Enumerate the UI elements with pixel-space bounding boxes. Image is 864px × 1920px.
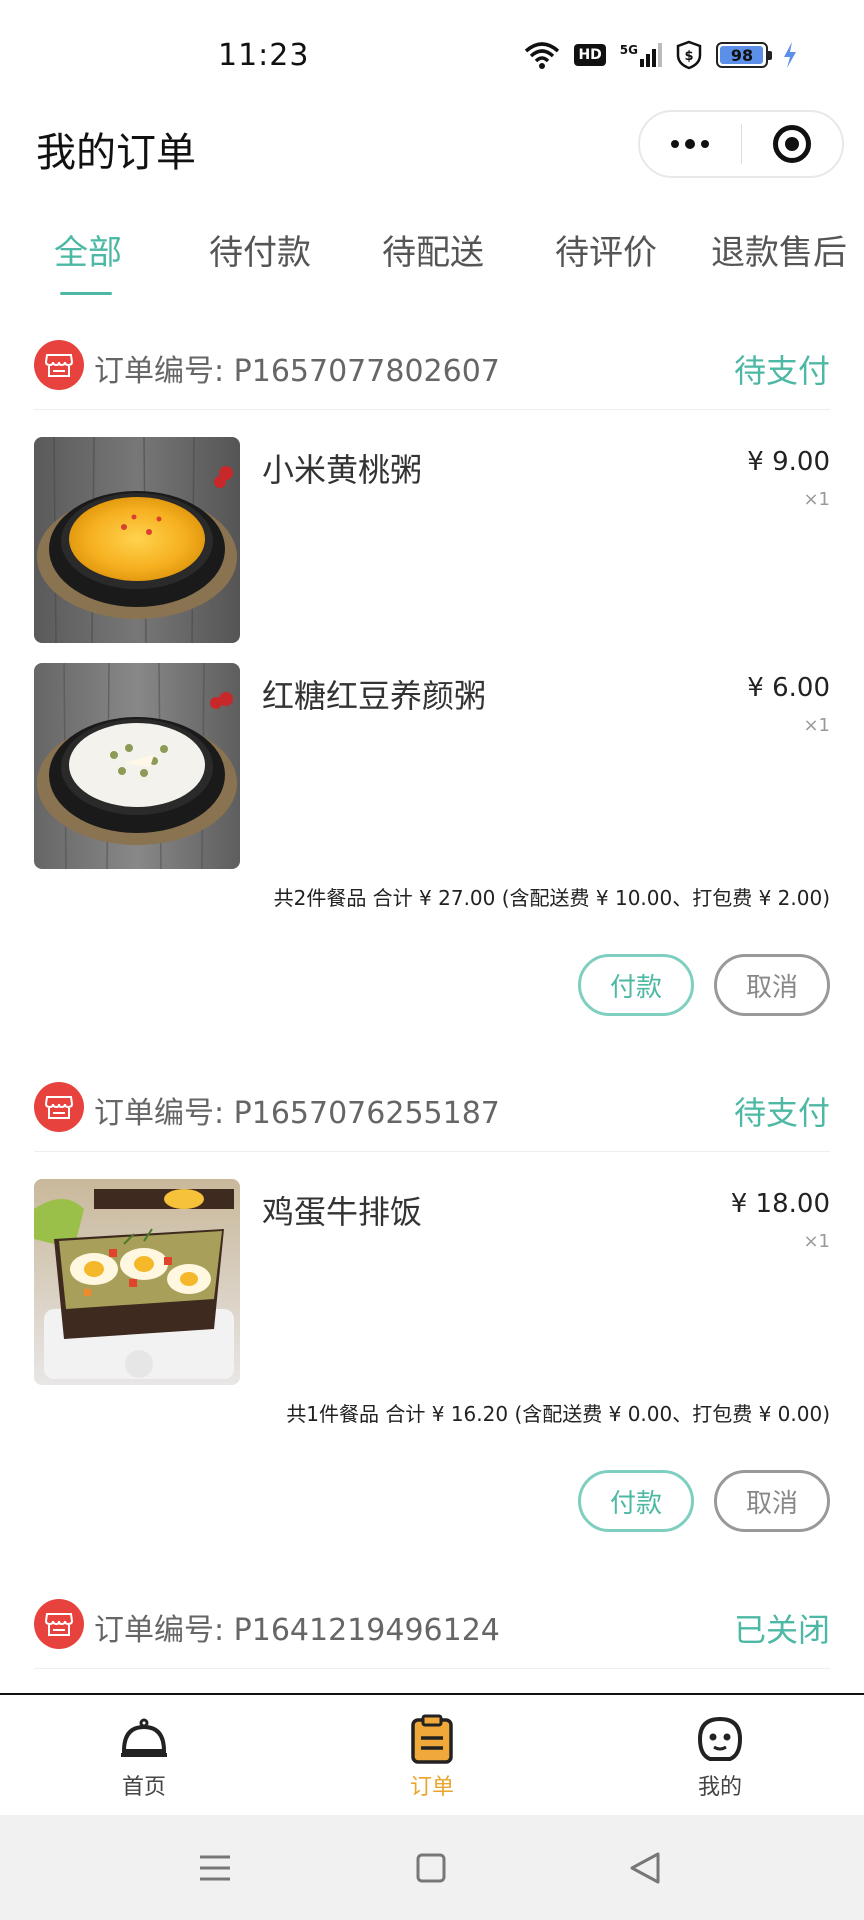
product-image — [34, 1179, 240, 1385]
order-item[interactable]: 小米黄桃粥 ¥ 9.00 ×1 — [34, 437, 830, 643]
product-price: ¥ 6.00 — [747, 673, 830, 703]
signal-5g-icon: 5G — [620, 43, 662, 67]
order-item[interactable]: 红糖红豆养颜粥 ¥ 6.00 ×1 — [34, 663, 830, 869]
status-bar: 11:23 HD 5G $ 98 — [0, 0, 864, 110]
back-triangle-icon[interactable] — [628, 1851, 662, 1885]
shield-dollar-icon: $ — [676, 40, 702, 70]
tab-refund[interactable]: 退款售后 — [711, 225, 847, 274]
product-image — [34, 663, 240, 869]
cancel-button[interactable]: 取消 — [714, 1470, 830, 1532]
pay-button[interactable]: 付款 — [578, 1470, 694, 1532]
home-square-icon[interactable] — [414, 1851, 448, 1885]
menu-icon[interactable] — [198, 1851, 232, 1885]
charging-icon — [784, 42, 796, 68]
tab-all[interactable]: 全部 — [54, 225, 122, 274]
cloche-icon — [118, 1713, 170, 1765]
target-icon — [772, 125, 811, 163]
order-header: 订单编号: P1641219496124 已关闭 — [34, 1595, 830, 1669]
order-number-value: P1657077802607 — [233, 354, 500, 389]
more-button[interactable] — [640, 112, 741, 176]
nav-home[interactable]: 首页 — [84, 1713, 204, 1801]
order-status: 待支付 — [733, 352, 830, 390]
more-dots-icon — [671, 139, 710, 149]
order-number-label: 订单编号: — [94, 354, 225, 389]
clipboard-icon — [406, 1713, 458, 1765]
pay-button[interactable]: 付款 — [578, 954, 694, 1016]
product-name: 鸡蛋牛排饭 — [262, 1193, 423, 1231]
nav-orders[interactable]: 订单 — [372, 1713, 492, 1801]
nav-mine-label: 我的 — [697, 1775, 742, 1800]
order-number-value: P1641219496124 — [233, 1613, 500, 1648]
product-price: ¥ 9.00 — [747, 447, 830, 477]
status-icons: HD 5G $ 98 — [524, 40, 798, 70]
product-quantity: ×1 — [803, 715, 830, 736]
nav-orders-label: 订单 — [409, 1775, 454, 1800]
order-summary: 共1件餐品 合计 ¥ 16.20 (含配送费 ¥ 0.00、打包费 ¥ 0.00… — [286, 1402, 830, 1426]
product-quantity: ×1 — [803, 1231, 830, 1252]
tab-pending-payment[interactable]: 待付款 — [209, 225, 311, 274]
product-price: ¥ 18.00 — [730, 1189, 830, 1219]
bottom-tab-bar: 首页 订单 我的 — [0, 1693, 864, 1815]
product-quantity: ×1 — [803, 489, 830, 510]
close-miniprogram-button[interactable] — [742, 112, 843, 176]
face-icon — [694, 1713, 746, 1765]
hd-icon: HD — [574, 44, 606, 66]
product-name: 小米黄桃粥 — [262, 451, 423, 489]
network-label: 5G — [619, 43, 638, 57]
order-header: 订单编号: P1657077802607 待支付 — [34, 336, 830, 410]
order-summary: 共2件餐品 合计 ¥ 27.00 (含配送费 ¥ 10.00、打包费 ¥ 2.0… — [273, 886, 830, 910]
page-title: 我的订单 — [36, 130, 196, 176]
shop-icon — [34, 1599, 84, 1649]
tab-pending-delivery[interactable]: 待配送 — [382, 225, 484, 274]
order-number-label: 订单编号: — [94, 1096, 225, 1131]
page-header: 我的订单 — [0, 110, 864, 210]
order-item[interactable]: 鸡蛋牛排饭 ¥ 18.00 ×1 — [34, 1179, 830, 1385]
order-tabs: 全部 待付款 待配送 待评价 退款售后 — [0, 215, 864, 295]
order-number: 订单编号: P1641219496124 — [94, 1605, 500, 1649]
system-navigation-bar — [0, 1815, 864, 1920]
order-status: 待支付 — [733, 1094, 830, 1132]
order-header: 订单编号: P1657076255187 待支付 — [34, 1078, 830, 1152]
shop-icon — [34, 340, 84, 390]
order-number: 订单编号: P1657077802607 — [94, 346, 500, 390]
product-image — [34, 437, 240, 643]
order-status: 已关闭 — [733, 1611, 830, 1649]
order-number-value: P1657076255187 — [233, 1096, 500, 1131]
cancel-button[interactable]: 取消 — [714, 954, 830, 1016]
svg-text:$: $ — [684, 49, 693, 64]
nav-home-label: 首页 — [121, 1775, 166, 1800]
battery-level: 98 — [730, 45, 754, 65]
miniprogram-capsule — [638, 110, 844, 178]
nav-mine[interactable]: 我的 — [660, 1713, 780, 1801]
order-number-label: 订单编号: — [94, 1613, 225, 1648]
tab-pending-review[interactable]: 待评价 — [555, 225, 657, 274]
order-number: 订单编号: P1657076255187 — [94, 1088, 500, 1132]
shop-icon — [34, 1082, 84, 1132]
status-time: 11:23 — [218, 38, 310, 73]
battery-icon: 98 — [716, 42, 772, 68]
wifi-icon — [525, 42, 560, 69]
product-name: 红糖红豆养颜粥 — [262, 677, 487, 715]
active-tab-indicator — [60, 292, 112, 295]
